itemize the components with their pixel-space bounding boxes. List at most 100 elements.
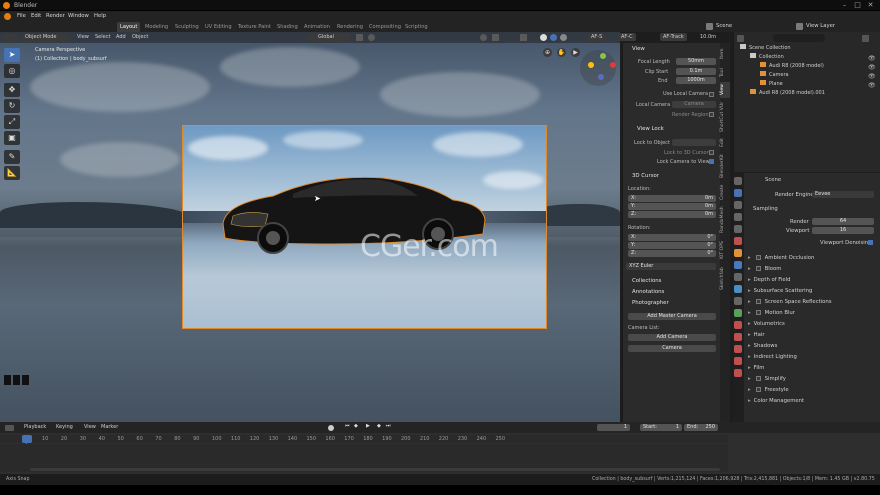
local-camera-field[interactable]: Camera <box>672 101 716 108</box>
timeline-menu-keying[interactable]: Keying <box>56 424 73 430</box>
measure-tool-icon[interactable]: 📐 <box>4 166 20 180</box>
snapping-icon[interactable] <box>356 34 363 41</box>
gizmo-neg-axis[interactable] <box>598 74 604 80</box>
render-section-row[interactable]: ▸ Shadows <box>748 341 876 352</box>
use-local-camera-checkbox[interactable] <box>709 92 714 97</box>
section-photographer-header[interactable]: Photographer <box>632 300 669 306</box>
outliner-row[interactable]: Collection <box>750 53 784 62</box>
play-icon[interactable]: ▶ <box>366 423 370 429</box>
side-tab-item[interactable]: Item <box>720 45 730 63</box>
shading-solid-icon[interactable] <box>540 34 547 41</box>
blender-menu-icon[interactable] <box>4 13 11 20</box>
add-master-camera-button[interactable]: Add Master Camera <box>628 313 716 320</box>
cursor-rz-field[interactable]: Z: 0° <box>628 250 716 257</box>
render-section-row[interactable]: ▸ Ambient Occlusion <box>748 253 876 264</box>
cursor-z-field[interactable]: Z: 0m <box>628 211 716 218</box>
texture-tab-icon[interactable] <box>734 333 742 341</box>
side-tab-sketchfab[interactable]: Sketchfab <box>720 264 730 294</box>
tab-sculpting[interactable]: Sculpting <box>172 22 202 32</box>
physics-tab-icon[interactable] <box>734 285 742 293</box>
tab-texture-paint[interactable]: Texture Paint <box>235 22 274 32</box>
side-tab-blenderkit[interactable]: BlenderKit <box>720 152 730 180</box>
timeline-menu-marker[interactable]: Marker <box>101 424 118 430</box>
zoom-view-icon[interactable]: ⊕ <box>543 48 552 57</box>
navigation-gizmo[interactable] <box>580 50 616 86</box>
move-tool-icon[interactable]: ✥ <box>4 83 20 97</box>
tab-scripting[interactable]: Scripting <box>402 22 431 32</box>
constraints-tab-icon[interactable] <box>734 297 742 305</box>
tab-compositing[interactable]: Compositing <box>366 22 404 32</box>
timeline-editor-icon[interactable] <box>5 425 14 431</box>
viewport-menu-object[interactable]: Object <box>132 34 148 40</box>
add-camera-button[interactable]: Add Camera <box>628 334 716 341</box>
clip-start-field[interactable]: 0.1m <box>676 68 716 75</box>
focal-length-field[interactable]: 50mm <box>676 58 716 65</box>
menu-help[interactable]: Help <box>94 11 106 21</box>
record-icon[interactable] <box>328 425 334 431</box>
viewport-samples-field[interactable]: 16 <box>812 227 874 234</box>
object-tab-icon[interactable] <box>734 249 742 257</box>
gizmo-x-axis[interactable] <box>610 62 616 68</box>
material-tab-icon[interactable] <box>734 321 742 329</box>
gizmo-y-axis[interactable] <box>600 53 606 59</box>
tab-uv-editing[interactable]: UV Editing <box>202 22 235 32</box>
gizmo-icon[interactable] <box>492 34 499 41</box>
scale-tool-icon[interactable]: ⤢ <box>4 115 20 129</box>
af-c-button[interactable]: AF-C <box>618 33 636 41</box>
render-section-row[interactable]: ▸ Subsurface Scattering <box>748 286 876 297</box>
mode-selector[interactable]: Object Mode <box>22 33 69 42</box>
tab-animation[interactable]: Animation <box>301 22 333 32</box>
close-icon[interactable]: ✕ <box>866 1 875 10</box>
render-section-row[interactable]: ▸ Color Management <box>748 396 876 407</box>
viewport-menu-select[interactable]: Select <box>95 34 110 40</box>
render-section-row[interactable]: ▸ Hair <box>748 330 876 341</box>
render-section-row[interactable]: ▸ Freestyle <box>748 385 876 396</box>
lock-to-3d-cursor-checkbox[interactable] <box>709 150 714 155</box>
render-section-row[interactable]: ▸ Motion Blur <box>748 308 876 319</box>
sampling-header[interactable]: Sampling <box>753 206 778 212</box>
transform-tool-icon[interactable]: ▣ <box>4 131 20 145</box>
render-section-row[interactable]: ▸ Bloom <box>748 264 876 275</box>
visibility-eye-icon[interactable]: 👁 <box>868 64 876 71</box>
cursor-rx-field[interactable]: X: 0° <box>628 234 716 241</box>
render-samples-field[interactable]: 64 <box>812 218 874 225</box>
proportional-edit-icon[interactable] <box>368 34 375 41</box>
section-checkbox[interactable] <box>755 266 761 271</box>
outliner-search-field[interactable] <box>773 34 825 42</box>
section-view-lock-header[interactable]: View Lock <box>637 126 664 132</box>
view-layer-tab-icon[interactable] <box>734 213 742 221</box>
next-keyframe-icon[interactable]: ◆ <box>377 423 381 429</box>
side-tab-randomesh[interactable]: RandoMesh <box>720 204 730 236</box>
side-tab-view[interactable]: View <box>720 82 730 98</box>
annotate-tool-icon[interactable]: ✎ <box>4 150 20 164</box>
render-section-row[interactable]: ▸ Simplify <box>748 374 876 385</box>
gizmo-z-axis[interactable] <box>588 62 594 68</box>
section-checkbox[interactable] <box>755 387 761 392</box>
side-tab-create[interactable]: Create <box>720 182 730 202</box>
texture-tab-icon[interactable] <box>734 369 742 377</box>
viewport-denoising-checkbox[interactable] <box>868 240 873 245</box>
timeline-scroll-bar[interactable] <box>30 468 720 471</box>
outliner-row[interactable]: Audi R8 (2008 model).001 <box>750 89 825 98</box>
shading-rendered-icon[interactable] <box>560 34 567 41</box>
cursor-x-field[interactable]: X: 0m <box>628 195 716 202</box>
scene-tab-icon[interactable] <box>734 225 742 233</box>
tab-modeling[interactable]: Modeling <box>142 22 171 32</box>
camera-list-item[interactable]: Camera <box>628 345 716 352</box>
side-tab-tool[interactable]: Tool <box>720 65 730 81</box>
outliner-row[interactable]: Audi R8 (2008 model) <box>760 62 824 71</box>
viewport-menu-view[interactable]: View <box>77 34 89 40</box>
cursor-tool-icon[interactable]: ◎ <box>4 64 20 78</box>
menu-edit[interactable]: Edit <box>31 11 41 21</box>
prev-keyframe-icon[interactable]: ◆ <box>354 423 358 429</box>
lock-camera-to-view-checkbox[interactable] <box>709 159 714 164</box>
overlay-icon[interactable] <box>480 34 487 41</box>
render-section-row[interactable]: ▸ Indirect Lighting <box>748 352 876 363</box>
tab-rendering[interactable]: Rendering <box>334 22 366 32</box>
section-collections-header[interactable]: Collections <box>632 278 661 284</box>
clip-end-field[interactable]: 1000m <box>676 77 716 84</box>
transform-orientation-dropdown[interactable]: Global <box>308 33 350 42</box>
render-region-checkbox[interactable] <box>709 112 714 117</box>
section-3d-cursor-header[interactable]: 3D Cursor <box>632 173 659 179</box>
pan-view-icon[interactable]: ✋ <box>557 48 566 57</box>
